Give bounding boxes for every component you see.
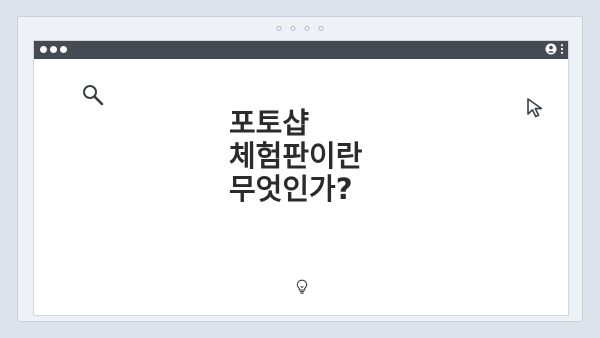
browser-window: 포토샵 체험판이란 무엇인가? [33,40,569,316]
kebab-menu-icon[interactable] [560,43,564,55]
title-bar-actions [545,43,564,55]
frame-dot [304,26,310,31]
frame-dot [276,26,282,31]
frame-dot [318,26,324,31]
title-bar [34,41,568,59]
headline-line: 포토샵 [229,106,310,140]
window-dot-close[interactable] [40,46,47,53]
window-dot-minimize[interactable] [50,46,57,53]
window-dot-maximize[interactable] [60,46,67,53]
lightbulb-icon [296,279,308,299]
window-controls [40,46,67,53]
frame-dot [290,26,296,31]
cursor-arrow-icon [526,97,548,123]
page-content: 포토샵 체험판이란 무엇인가? [34,59,568,315]
headline-line: 체험판이란 [229,139,363,173]
search-icon [81,83,105,111]
headline-title: 포토샵 체험판이란 무엇인가? [229,107,429,206]
user-icon[interactable] [545,43,557,55]
frame-dots [276,26,324,31]
headline-line: 무엇인가? [229,172,353,206]
